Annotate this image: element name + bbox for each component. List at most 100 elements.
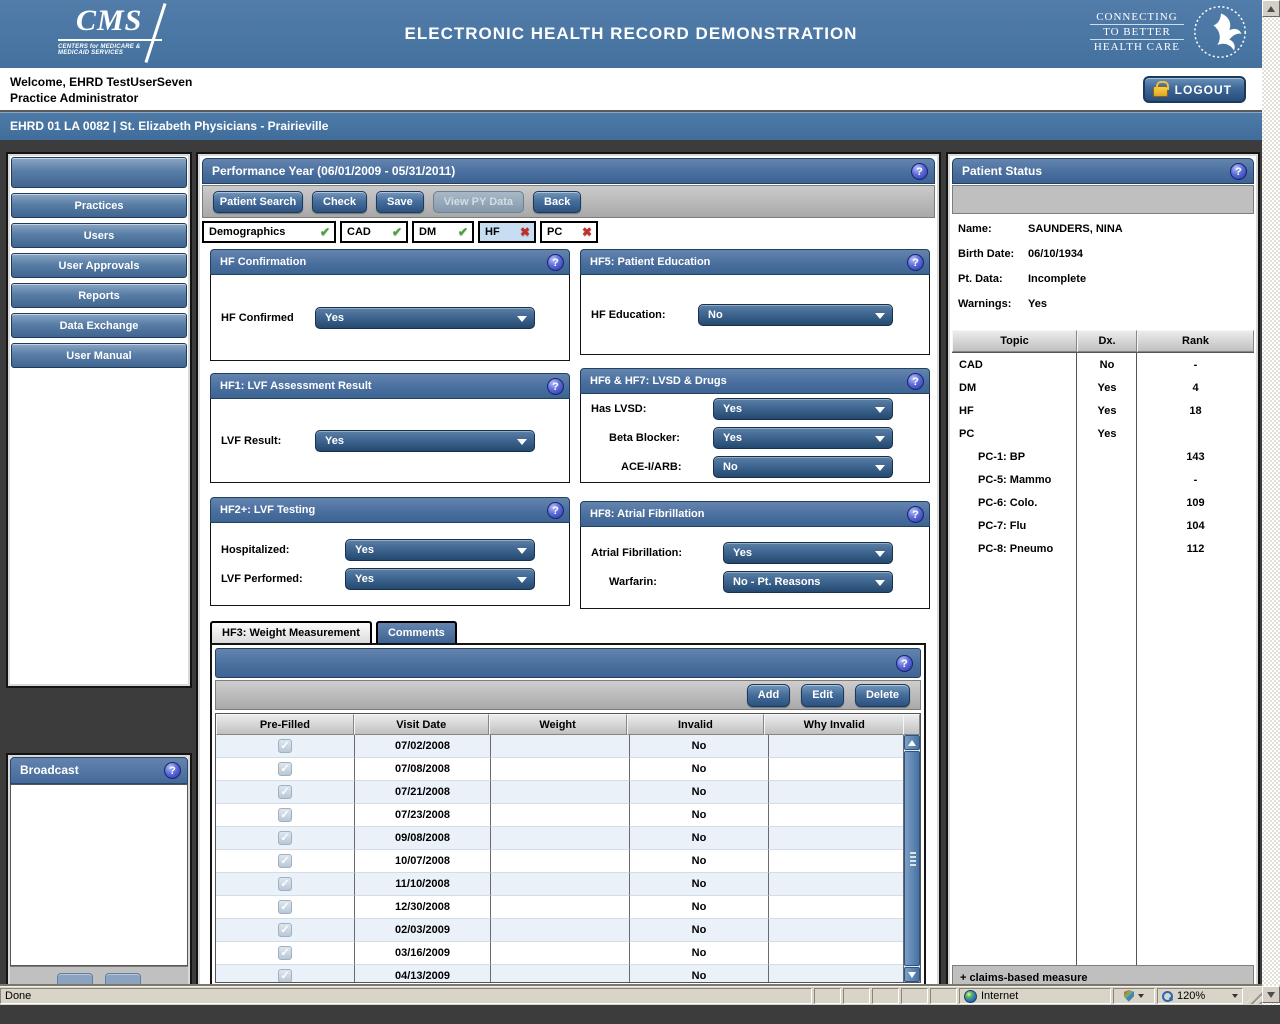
invalid-cell: No — [630, 735, 769, 758]
table-row[interactable]: ✓09/08/2008No — [216, 827, 920, 850]
sidebar-item-practices[interactable]: Practices — [11, 193, 187, 218]
table-row[interactable]: ✓07/08/2008No — [216, 758, 920, 781]
dropdown-warfarin[interactable]: No - Pt. Reasons — [723, 571, 893, 593]
broadcast-prev-button[interactable] — [57, 973, 93, 987]
dropdown-beta-blocker[interactable]: Yes — [713, 427, 893, 449]
scroll-down-icon[interactable] — [904, 967, 920, 982]
topic-cell: PC-8: Pneumo — [952, 543, 1077, 555]
broadcast-next-button[interactable] — [105, 973, 141, 987]
table-row[interactable]: ✓04/13/2009No — [216, 965, 920, 982]
table-row[interactable]: ✓07/21/2008No — [216, 781, 920, 804]
broadcast-title-bar: Broadcast ? — [10, 757, 188, 784]
chevron-down-icon[interactable] — [1138, 994, 1144, 998]
protected-mode-pane — [1113, 988, 1155, 1004]
patient-search-button[interactable]: Patient Search — [213, 191, 303, 213]
chevron-down-icon — [875, 551, 885, 557]
pre-filled-checkbox[interactable]: ✓ — [278, 762, 292, 776]
sidebar-item-data-exchange[interactable]: Data Exchange — [11, 313, 187, 338]
pre-filled-checkbox[interactable]: ✓ — [278, 831, 292, 845]
dropdown-value: No — [708, 309, 723, 321]
cms-subtitle: CENTERS for MEDICARE & MEDICAID SERVICES — [58, 44, 168, 56]
patient-status-title-bar: Patient Status ? — [952, 158, 1254, 184]
performance-year-panel: Performance Year (06/01/2009 - 05/31/201… — [196, 152, 941, 997]
table-row[interactable]: ✓07/02/2008No — [216, 735, 920, 758]
pre-filled-checkbox[interactable]: ✓ — [278, 923, 292, 937]
tab-cad[interactable]: CAD✔ — [340, 221, 408, 243]
sidebar-panel: Practices Users User Approvals Reports Data … — [6, 152, 192, 688]
pre-filled-checkbox[interactable]: ✓ — [278, 900, 292, 914]
patient-topic-row: PC-7: Flu104 — [952, 514, 1254, 537]
pre-filled-checkbox[interactable]: ✓ — [278, 808, 292, 822]
pre-filled-checkbox[interactable]: ✓ — [278, 877, 292, 891]
help-icon[interactable]: ? — [547, 254, 564, 271]
help-icon[interactable]: ? — [1230, 163, 1247, 180]
table-row[interactable]: ✓12/30/2008No — [216, 896, 920, 919]
dropdown-ace-i-arb[interactable]: No — [713, 456, 893, 478]
statusbar-cell — [872, 988, 899, 1004]
tab-demographics[interactable]: Demographics✔ — [202, 221, 336, 243]
scroll-up-icon[interactable] — [1262, 0, 1280, 17]
help-icon[interactable]: ? — [547, 502, 564, 519]
tab-hf3-weight-measurement[interactable]: HF3: Weight Measurement — [210, 621, 372, 643]
help-icon[interactable]: ? — [907, 373, 924, 390]
table-row[interactable]: ✓02/03/2009No — [216, 919, 920, 942]
delete-button[interactable]: Delete — [855, 684, 910, 707]
dropdown-hf-confirmed[interactable]: Yes — [315, 307, 535, 329]
weight-table-scrollbar[interactable] — [903, 735, 920, 982]
help-icon[interactable]: ? — [164, 762, 181, 779]
field-row: Hospitalized:Yes — [211, 539, 569, 561]
back-button[interactable]: Back — [533, 191, 581, 213]
chevron-down-icon — [875, 407, 885, 413]
dropdown-has-lvsd[interactable]: Yes — [713, 398, 893, 420]
tab-dm[interactable]: DM✔ — [412, 221, 474, 243]
dropdown-lvf-result[interactable]: Yes — [315, 430, 535, 452]
edit-button[interactable]: Edit — [801, 684, 844, 707]
help-icon[interactable]: ? — [547, 378, 564, 395]
invalid-cell: No — [630, 781, 769, 804]
pre-filled-checkbox[interactable]: ✓ — [278, 785, 292, 799]
pre-filled-cell: ✓ — [216, 758, 355, 781]
pre-filled-checkbox[interactable]: ✓ — [278, 854, 292, 868]
dropdown-atrial-fibrillation[interactable]: Yes — [723, 542, 893, 564]
sidebar-item-user-manual[interactable]: User Manual — [11, 343, 187, 368]
scroll-up-icon[interactable] — [904, 735, 920, 750]
section-hf67: HF6 & HF7: LVSD & Drugs?Has LVSD:YesBeta… — [580, 368, 930, 483]
check-button[interactable]: Check — [312, 191, 367, 213]
help-icon[interactable]: ? — [907, 506, 924, 523]
patient-status-title: Patient Status — [962, 164, 1042, 178]
zoom-control[interactable]: 120% — [1157, 988, 1243, 1004]
pre-filled-checkbox[interactable]: ✓ — [278, 739, 292, 753]
sidebar-item-user-approvals[interactable]: User Approvals — [11, 253, 187, 278]
dropdown-hospitalized[interactable]: Yes — [345, 539, 535, 561]
table-row[interactable]: ✓10/07/2008No — [216, 850, 920, 873]
sidebar-item-reports[interactable]: Reports — [11, 283, 187, 308]
logout-button[interactable]: LOGOUT — [1143, 76, 1246, 103]
resize-grip[interactable] — [1245, 988, 1262, 1004]
tab-pc[interactable]: PC✖ — [540, 221, 598, 243]
pre-filled-checkbox[interactable]: ✓ — [278, 946, 292, 960]
patient-info-value: Incomplete — [1028, 273, 1086, 285]
chevron-down-icon[interactable] — [1232, 994, 1238, 998]
table-row[interactable]: ✓03/16/2009No — [216, 942, 920, 965]
pre-filled-cell: ✓ — [216, 896, 355, 919]
weight-cell — [491, 827, 630, 850]
help-icon[interactable]: ? — [911, 163, 928, 180]
dropdown-lvf-performed[interactable]: Yes — [345, 568, 535, 590]
tab-hf[interactable]: HF✖ — [478, 221, 536, 243]
table-row[interactable]: ✓07/23/2008No — [216, 804, 920, 827]
pre-filled-checkbox[interactable]: ✓ — [278, 969, 292, 982]
tab-comments[interactable]: Comments — [376, 621, 457, 643]
table-row[interactable]: ✓11/10/2008No — [216, 873, 920, 896]
field-label: LVF Performed: — [211, 573, 345, 585]
help-icon[interactable]: ? — [896, 655, 913, 672]
section-title-bar: HF Confirmation? — [210, 249, 570, 275]
add-button[interactable]: Add — [747, 684, 790, 707]
visit-date-cell: 04/13/2009 — [355, 965, 491, 982]
help-icon[interactable]: ? — [907, 254, 924, 271]
dropdown-hf-education[interactable]: No — [698, 304, 893, 326]
save-button[interactable]: Save — [376, 191, 424, 213]
scrollbar-thumb[interactable] — [904, 751, 920, 966]
page-scrollbar[interactable] — [1262, 0, 1280, 1005]
scroll-down-icon[interactable] — [1262, 986, 1280, 1003]
sidebar-item-users[interactable]: Users — [11, 223, 187, 248]
